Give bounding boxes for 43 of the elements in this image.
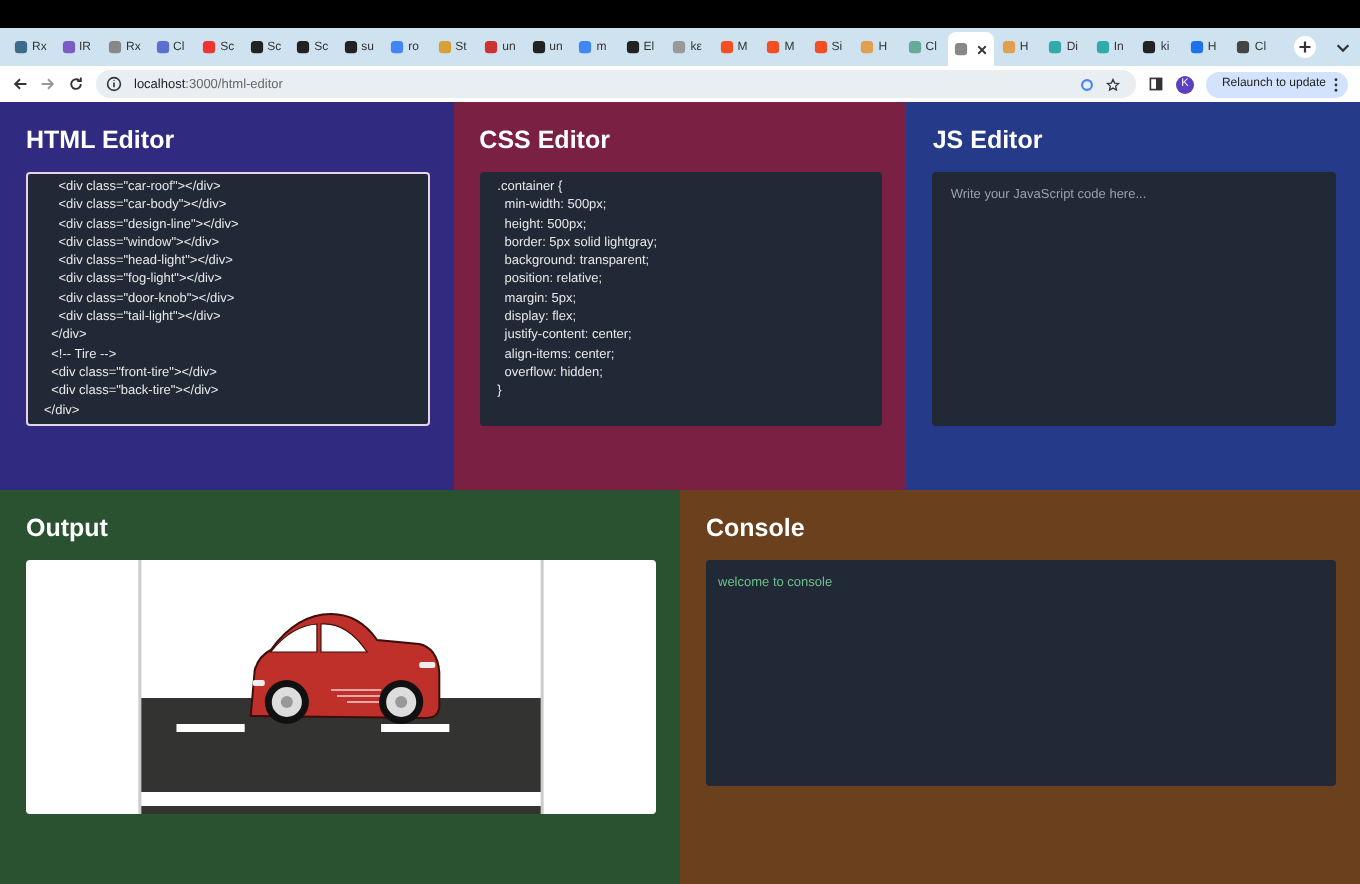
favicon-icon bbox=[61, 40, 76, 54]
panel-title: JS Editor bbox=[932, 126, 1045, 156]
favicon-icon bbox=[1142, 40, 1157, 54]
google-icon[interactable] bbox=[1079, 77, 1094, 91]
favicon-icon bbox=[296, 40, 311, 54]
forward-icon[interactable] bbox=[40, 76, 56, 92]
favicon-icon bbox=[1095, 40, 1110, 54]
code-editor[interactable] bbox=[479, 172, 883, 426]
favicon-icon bbox=[249, 40, 264, 54]
close-icon[interactable] bbox=[975, 43, 988, 55]
favicon-icon bbox=[108, 40, 123, 54]
panel-title: Console bbox=[706, 514, 807, 544]
back-icon[interactable] bbox=[12, 76, 28, 92]
favicon-icon bbox=[719, 40, 734, 54]
favicon-icon bbox=[14, 40, 28, 54]
panel-title: CSS Editor bbox=[479, 126, 612, 156]
favicon-icon bbox=[343, 40, 358, 54]
new-tab-icon[interactable] bbox=[1293, 36, 1316, 58]
favicon-icon bbox=[390, 40, 405, 54]
panel-title: HTML Editor bbox=[26, 126, 177, 156]
favicon-icon bbox=[907, 40, 922, 54]
sidebar-icon[interactable] bbox=[1147, 76, 1164, 92]
browser-tab[interactable] bbox=[948, 32, 994, 66]
favicon-icon bbox=[484, 40, 499, 54]
favicon-icon bbox=[155, 40, 170, 54]
favicon-icon bbox=[672, 40, 687, 54]
favicon-icon bbox=[437, 40, 452, 54]
favicon-icon bbox=[860, 40, 875, 54]
favicon-icon bbox=[578, 40, 593, 54]
panel-title: Output bbox=[26, 514, 110, 544]
favicon-icon bbox=[1236, 40, 1251, 54]
favicon-icon bbox=[1189, 40, 1204, 54]
favicon-icon bbox=[813, 40, 828, 54]
favicon-icon bbox=[1001, 40, 1016, 54]
favicon-icon bbox=[954, 42, 969, 56]
favicon-icon bbox=[531, 40, 546, 54]
reload-icon[interactable] bbox=[68, 76, 84, 92]
favicon-icon bbox=[766, 40, 781, 54]
favicon-icon bbox=[625, 40, 640, 54]
info-icon bbox=[106, 76, 122, 92]
favicon-icon bbox=[202, 40, 217, 54]
favicon-icon bbox=[1048, 40, 1063, 54]
star-icon[interactable] bbox=[1105, 77, 1120, 91]
